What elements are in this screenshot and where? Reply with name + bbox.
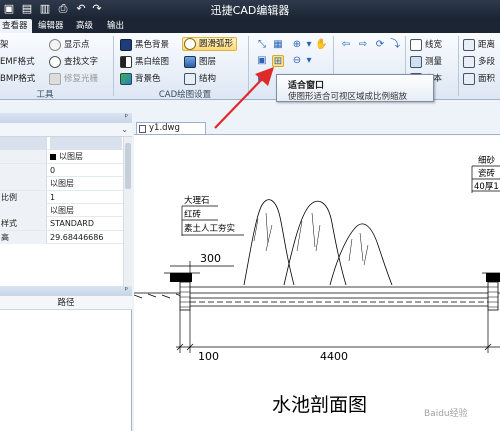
navigate-icon[interactable]: ⤵: [389, 39, 401, 51]
tab-viewer[interactable]: 查看器: [0, 19, 32, 33]
tab-output[interactable]: 输出: [103, 19, 128, 33]
refresh-view-icon[interactable]: ⟳: [374, 39, 386, 51]
layers-icon: [184, 56, 196, 68]
zoom-dropdown-icon[interactable]: ▾: [303, 39, 315, 51]
property-row[interactable]: 0: [0, 163, 128, 178]
tab-editor[interactable]: 编辑器: [34, 19, 68, 33]
properties-toolbar: ⌄: [0, 123, 132, 137]
repair-raster-button[interactable]: 修复光栅: [49, 72, 98, 86]
left-wall: [164, 272, 200, 311]
black-background-icon: [120, 39, 132, 51]
show-points-button[interactable]: 显示点: [49, 38, 90, 52]
polyline-button[interactable]: 多段: [463, 55, 495, 69]
tab-advanced[interactable]: 高级: [72, 19, 97, 33]
label-red-brick: 红砖: [184, 209, 202, 220]
emf-format-button[interactable]: EMF格式: [0, 55, 35, 69]
dimension-line-bottom: [176, 310, 500, 353]
find-text-icon: [49, 56, 61, 68]
ribbon-tabs: 查看器 编辑器 高级 输出: [0, 18, 500, 33]
pan-icon[interactable]: ⤡: [256, 39, 268, 51]
label-fine-sand: 细砂: [478, 155, 496, 166]
label-tile: 瓷砖: [478, 168, 496, 179]
show-points-icon: [49, 39, 61, 51]
frame-button[interactable]: 架: [0, 38, 9, 52]
color-swatch: [50, 153, 56, 160]
background-color-icon: [120, 73, 132, 85]
app-title: 迅捷CAD编辑器: [210, 4, 290, 17]
dim-100-text: 100: [198, 350, 219, 363]
right-wall: [482, 272, 500, 311]
dim-300-text: 300: [200, 252, 221, 265]
property-row[interactable]: 高 29.68446686: [0, 230, 128, 245]
tooltip-description: 使图形适合可视区域成比例缩放: [288, 92, 408, 102]
pin-icon[interactable]: ᵖ: [125, 112, 128, 121]
scrollbar-thumb[interactable]: [125, 143, 131, 189]
property-row[interactable]: 样式 STANDARD: [0, 217, 128, 231]
zoom-out-dropdown-icon[interactable]: ▾: [303, 55, 315, 67]
smooth-arc-icon: [184, 38, 196, 50]
zoom-in-icon[interactable]: ⊕: [291, 39, 303, 51]
separator: [458, 36, 459, 96]
rockery-mountains: [243, 199, 393, 286]
label-soil: 素土人工夯实: [184, 223, 235, 234]
annotation-arrow: [214, 67, 274, 129]
tools-group-label: 工具: [36, 90, 54, 100]
left-panel: ᵖ ⌄ 以图层 0 以图层 比例 1 以图层 样式 STANDARD 高 29.684…: [0, 112, 132, 431]
label-cement: 40厚1: [474, 182, 499, 192]
document-icon: [139, 125, 146, 133]
polyline-icon: [463, 56, 475, 68]
properties-scrollbar[interactable]: [123, 137, 132, 287]
title-bar: ▣ ▤ ▥ ⎙ ↶ ↷ 迅捷CAD编辑器: [0, 0, 500, 18]
path-panel-header: ᵖ: [0, 285, 132, 296]
property-row[interactable]: 以图层: [0, 203, 128, 218]
line-width-button[interactable]: 线宽: [410, 38, 442, 52]
properties-grid: 以图层 0 以图层 比例 1 以图层 样式 STANDARD 高 29.6844668…: [0, 137, 128, 245]
area-icon: [463, 73, 475, 85]
measure-button[interactable]: 测量: [410, 55, 442, 69]
properties-header: ᵖ: [0, 112, 132, 123]
background-color-button[interactable]: 背景色: [120, 72, 161, 86]
structure-icon: [184, 73, 196, 85]
zoom-out-icon[interactable]: ⊖: [291, 55, 303, 67]
repair-raster-icon: [49, 73, 61, 85]
watermark: Baidu经验: [424, 409, 468, 419]
drawing-canvas[interactable]: 大理石 红砖 素土人工夯实 细砂 瓷砖 40厚1 300 100 4400 水池…: [134, 134, 500, 431]
bw-drawing-icon: [120, 56, 132, 68]
document-tab[interactable]: y1.dwg: [136, 122, 206, 134]
label-marble: 大理石: [184, 195, 210, 206]
area-button[interactable]: 面积: [463, 72, 495, 86]
arrow-right-icon[interactable]: ⇨: [357, 39, 369, 51]
bw-drawing-button[interactable]: 黑白绘图: [120, 55, 169, 69]
black-background-button[interactable]: 黑色背景: [120, 38, 169, 52]
property-row[interactable]: 以图层: [0, 177, 128, 191]
property-row[interactable]: 比例 1: [0, 190, 128, 204]
zoom-extents-icon[interactable]: ▦: [272, 39, 284, 51]
property-row: [0, 137, 128, 151]
arrow-left-icon[interactable]: ⇦: [340, 39, 352, 51]
find-text-button[interactable]: 查找文字: [49, 55, 98, 69]
bmp-format-button[interactable]: BMP格式: [0, 72, 35, 86]
distance-button[interactable]: 距离: [463, 38, 495, 52]
path-column-header[interactable]: 路径: [0, 296, 132, 310]
cad-drawing: 大理石 红砖 素土人工夯实 细砂 瓷砖 40厚1 300 100 4400 水池…: [134, 155, 500, 416]
distance-icon: [463, 39, 475, 51]
measure-icon: [410, 56, 422, 68]
hand-icon[interactable]: ✋: [315, 39, 327, 51]
chevron-down-icon[interactable]: ⌄: [121, 125, 128, 134]
separator: [113, 36, 114, 96]
smooth-arc-button[interactable]: 圆滑弧形: [182, 37, 238, 51]
dim-4400-text: 4400: [320, 350, 348, 363]
pin-icon[interactable]: ᵖ: [125, 285, 128, 294]
drawing-title: 水池剖面图: [272, 394, 367, 416]
line-width-icon: [410, 39, 422, 51]
property-row[interactable]: 以图层: [0, 150, 128, 164]
fit-window-tooltip: 适合窗口 使图形适合可视区域成比例缩放: [276, 74, 434, 102]
